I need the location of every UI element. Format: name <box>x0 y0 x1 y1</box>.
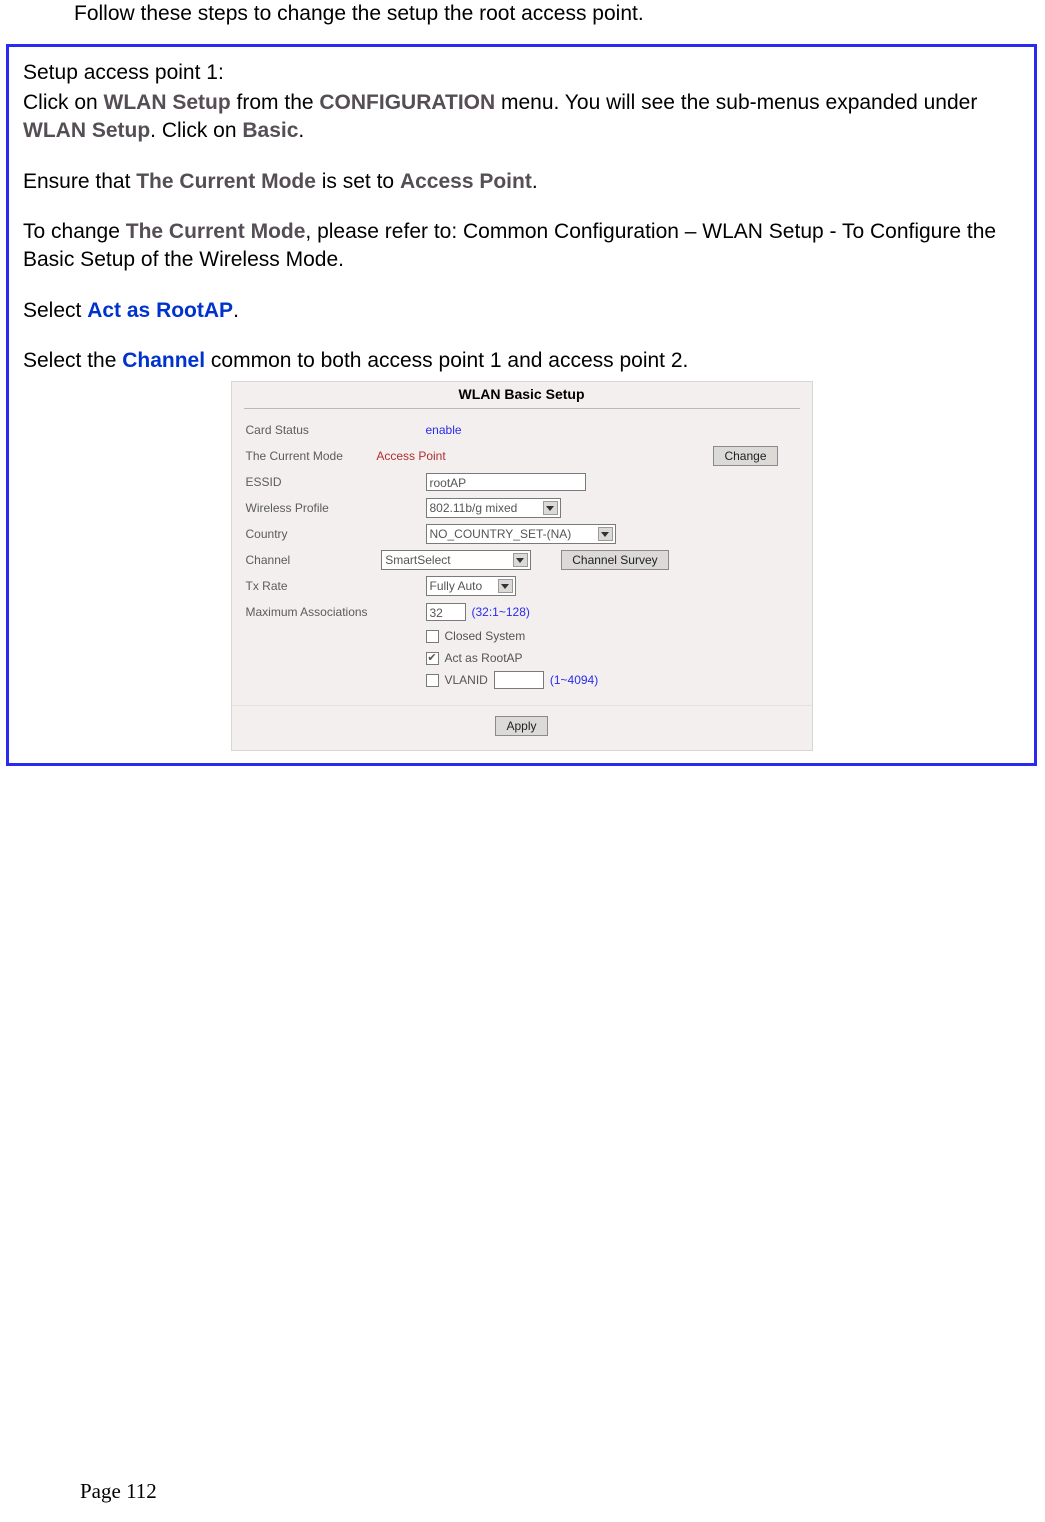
text: . <box>233 299 239 322</box>
tx-rate-select[interactable]: Fully Auto <box>426 576 516 596</box>
page-number: Page 112 <box>80 1479 157 1504</box>
value-current-mode: Access Point <box>376 449 445 463</box>
text: Click on <box>23 91 104 114</box>
term-wlan-setup: WLAN Setup <box>104 91 231 114</box>
essid-input[interactable]: rootAP <box>426 473 586 491</box>
text: menu. You will see the sub-menus expande… <box>495 91 977 114</box>
panel-title-row: WLAN Basic Setup <box>232 382 812 404</box>
paragraph-1: Click on WLAN Setup from the CONFIGURATI… <box>23 89 1020 146</box>
text: . Click on <box>150 119 242 142</box>
instruction-box: Setup access point 1: Click on WLAN Setu… <box>6 44 1037 766</box>
row-closed-system: Closed System <box>426 625 798 647</box>
apply-row: Apply <box>232 705 812 750</box>
text: . <box>532 170 538 193</box>
row-current-mode: The Current Mode Access Point Change <box>246 443 798 469</box>
term-act-as-rootap: Act as RootAP <box>87 299 233 322</box>
row-card-status: Card Status enable <box>246 417 798 443</box>
country-select[interactable]: NO_COUNTRY_SET-(NA) <box>426 524 616 544</box>
term-configuration: CONFIGURATION <box>319 91 495 114</box>
paragraph-3: To change The Current Mode, please refer… <box>23 218 1020 275</box>
label-current-mode: The Current Mode <box>246 449 377 463</box>
wireless-profile-select[interactable]: 802.11b/g mixed <box>426 498 561 518</box>
text: from the <box>231 91 320 114</box>
channel-select[interactable]: SmartSelect <box>381 550 531 570</box>
term-current-mode-2: The Current Mode <box>126 220 306 243</box>
term-basic: Basic <box>242 119 298 142</box>
term-channel: Channel <box>122 349 205 372</box>
text: To change <box>23 220 126 243</box>
wlan-basic-setup-panel: WLAN Basic Setup Card Status enable The … <box>231 381 813 751</box>
vlanid-label: VLANID <box>445 673 488 687</box>
apply-button[interactable]: Apply <box>495 716 547 736</box>
paragraph-4: Select Act as RootAP. <box>23 297 1020 325</box>
row-channel: Channel SmartSelect Channel Survey <box>246 547 798 573</box>
label-channel: Channel <box>246 553 382 567</box>
max-assoc-hint: (32:1~128) <box>472 605 530 619</box>
vlanid-hint: (1~4094) <box>550 673 598 687</box>
text: Select <box>23 299 87 322</box>
value-card-status: enable <box>426 423 462 437</box>
label-tx-rate: Tx Rate <box>246 579 426 593</box>
act-as-rootap-checkbox[interactable]: ✔ <box>426 652 439 665</box>
row-wireless-profile: Wireless Profile 802.11b/g mixed <box>246 495 798 521</box>
label-card-status: Card Status <box>246 423 426 437</box>
label-country: Country <box>246 527 426 541</box>
row-max-assoc: Maximum Associations 32 (32:1~128) <box>246 599 798 625</box>
term-wlan-setup-2: WLAN Setup <box>23 119 150 142</box>
label-essid: ESSID <box>246 475 426 489</box>
change-button[interactable]: Change <box>713 446 777 466</box>
max-assoc-input[interactable]: 32 <box>426 603 466 621</box>
step-title: Setup access point 1: <box>23 61 1020 85</box>
row-essid: ESSID rootAP <box>246 469 798 495</box>
closed-system-checkbox[interactable] <box>426 630 439 643</box>
vlanid-checkbox[interactable] <box>426 674 439 687</box>
paragraph-5: Select the Channel common to both access… <box>23 347 1020 375</box>
label-wireless-profile: Wireless Profile <box>246 501 426 515</box>
vlanid-input[interactable] <box>494 671 544 689</box>
term-access-point: Access Point <box>400 170 532 193</box>
label-max-assoc: Maximum Associations <box>246 605 426 619</box>
text: Select the <box>23 349 122 372</box>
text: is set to <box>316 170 400 193</box>
text: common to both access point 1 and access… <box>205 349 688 372</box>
act-as-rootap-label: Act as RootAP <box>445 651 523 665</box>
panel-title: WLAN Basic Setup <box>458 386 584 402</box>
row-tx-rate: Tx Rate Fully Auto <box>246 573 798 599</box>
text: Ensure that <box>23 170 136 193</box>
row-vlanid: VLANID (1~4094) <box>426 669 798 691</box>
paragraph-2: Ensure that The Current Mode is set to A… <box>23 168 1020 196</box>
row-act-as-rootap: ✔ Act as RootAP <box>426 647 798 669</box>
closed-system-label: Closed System <box>445 629 526 643</box>
channel-survey-button[interactable]: Channel Survey <box>561 550 668 570</box>
text: . <box>298 119 304 142</box>
term-current-mode: The Current Mode <box>136 170 316 193</box>
row-country: Country NO_COUNTRY_SET-(NA) <box>246 521 798 547</box>
intro-text: Follow these steps to change the setup t… <box>74 2 644 26</box>
